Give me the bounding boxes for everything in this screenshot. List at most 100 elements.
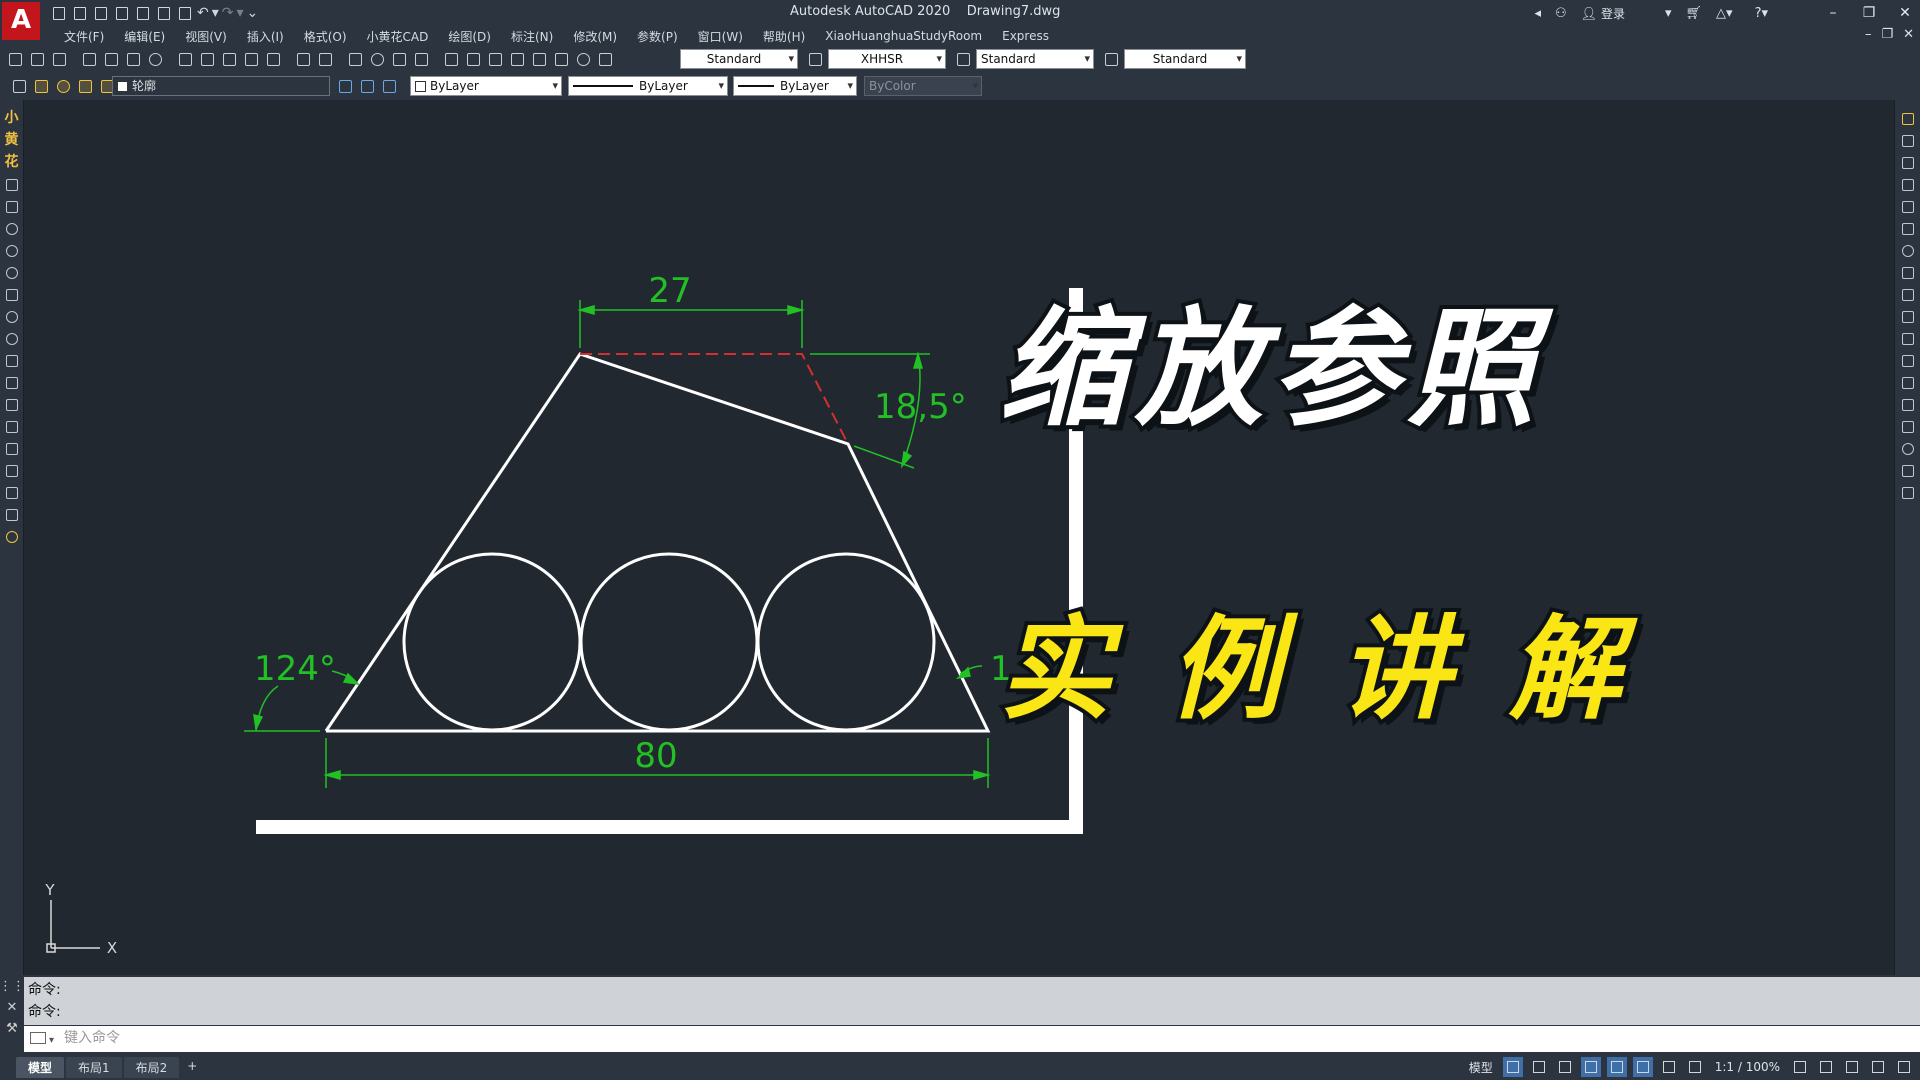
trim-icon[interactable] (1900, 308, 1916, 325)
scale-icon[interactable] (1900, 264, 1916, 281)
open-sheet-icon[interactable] (134, 4, 152, 22)
make-current-layer-icon[interactable] (336, 77, 354, 95)
plot-icon[interactable] (80, 50, 98, 68)
erase-icon[interactable] (1900, 110, 1916, 127)
pan-icon[interactable] (346, 50, 364, 68)
move-icon[interactable] (1900, 220, 1916, 237)
save-as-icon[interactable] (113, 4, 131, 22)
menu-modify[interactable]: 修改(M) (563, 28, 627, 45)
close-button[interactable]: ✕ (1894, 5, 1916, 21)
plot-preview-icon[interactable] (102, 50, 120, 68)
layer-previous-icon[interactable] (358, 77, 376, 95)
back-arrow-icon[interactable]: ◂ (1534, 6, 1541, 21)
save-icon[interactable] (92, 4, 110, 22)
menu-dimension[interactable]: 标注(N) (501, 28, 563, 45)
login-button[interactable]: 👤︎ 登录 (1581, 5, 1625, 22)
annotation-visibility-icon[interactable] (1659, 1057, 1679, 1077)
properties-icon[interactable] (442, 50, 460, 68)
tab-layout1[interactable]: 布局1 (66, 1057, 122, 1078)
tab-model[interactable]: 模型 (16, 1057, 65, 1078)
dynamic-input-icon[interactable] (1529, 1057, 1549, 1077)
color-select[interactable]: ByLayer (410, 76, 562, 96)
text-style-select[interactable]: Standard (680, 49, 798, 69)
sheet-set-icon[interactable] (508, 50, 526, 68)
polar-tracking-icon[interactable] (1580, 1057, 1601, 1077)
triangle-app-icon[interactable]: △▾ (1716, 6, 1733, 21)
cut-icon[interactable] (176, 50, 194, 68)
rotate-icon[interactable] (1900, 242, 1916, 259)
annotation-scale[interactable]: 1:1 / 100% (1711, 1060, 1784, 1074)
mirror-icon[interactable] (1900, 154, 1916, 171)
text-style-icon[interactable] (596, 50, 614, 68)
layer-state-icon[interactable] (380, 77, 398, 95)
break-icon[interactable] (1900, 374, 1916, 391)
menu-file[interactable]: 文件(F) (54, 28, 114, 45)
markup-icon[interactable] (530, 50, 548, 68)
open-icon[interactable] (28, 50, 46, 68)
isolate-objects-icon[interactable] (1842, 1057, 1862, 1077)
customize-qat-icon[interactable]: ⌄ (247, 5, 259, 21)
command-input[interactable]: ▾ 键入命令 (24, 1026, 1920, 1052)
linetype-select[interactable]: ByLayer (568, 76, 728, 96)
spline-icon[interactable] (4, 286, 20, 303)
dim-style-icon[interactable] (806, 50, 824, 68)
users-icon[interactable]: ⚇ (1555, 6, 1567, 21)
redo-dropdown-icon[interactable]: ▾ (237, 5, 244, 21)
undo-icon[interactable]: ↶ (197, 5, 209, 21)
doc-minimize-button[interactable]: – (1865, 27, 1872, 42)
chamfer-icon[interactable] (1900, 418, 1916, 435)
publish-icon[interactable] (155, 4, 173, 22)
help-toolbar-icon[interactable] (574, 50, 592, 68)
menu-window[interactable]: 窗口(W) (688, 28, 753, 45)
design-center-icon[interactable] (464, 50, 482, 68)
menu-help[interactable]: 帮助(H) (753, 28, 815, 45)
ortho-mode-icon[interactable] (1555, 1057, 1575, 1077)
qnew-icon[interactable] (6, 50, 24, 68)
gradient-icon[interactable] (4, 440, 20, 457)
cart-icon[interactable]: 🛒︎ (1686, 6, 1703, 21)
workspace-gear-icon[interactable] (1790, 1057, 1810, 1077)
zoom-window-icon[interactable] (390, 50, 408, 68)
save-toolbar-icon[interactable] (50, 50, 68, 68)
block-editor-icon[interactable] (264, 50, 282, 68)
multileader-style-select[interactable]: Standard (1124, 49, 1246, 69)
open-folder-icon[interactable] (71, 4, 89, 22)
print-icon[interactable] (176, 4, 194, 22)
object-snap-icon[interactable] (1606, 1057, 1627, 1077)
tab-layout2[interactable]: 布局2 (123, 1057, 180, 1078)
layer-manager-icon[interactable] (10, 77, 28, 95)
layer-thaw-sun-icon[interactable] (54, 77, 72, 95)
undo-toolbar-icon[interactable] (294, 50, 312, 68)
fillet-icon[interactable] (1900, 440, 1916, 457)
layer-on-bulb-icon[interactable] (32, 77, 50, 95)
extend-icon[interactable] (1900, 330, 1916, 347)
copy-object-icon[interactable] (1900, 132, 1916, 149)
help-icon[interactable]: ?▾ (1755, 6, 1768, 21)
ellipse-arc-icon[interactable] (4, 330, 20, 347)
region-icon[interactable] (4, 462, 20, 479)
command-recent-dropdown-icon[interactable]: ▾ (49, 1029, 54, 1053)
revision-cloud-icon[interactable] (4, 264, 20, 281)
offset-icon[interactable] (1900, 176, 1916, 193)
point-icon[interactable] (4, 396, 20, 413)
arc-icon[interactable] (4, 220, 20, 237)
undo-dropdown-icon[interactable]: ▾ (212, 5, 219, 21)
menu-view[interactable]: 视图(V) (175, 28, 237, 45)
join-icon[interactable] (1900, 396, 1916, 413)
fullscreen-icon[interactable] (1868, 1057, 1888, 1077)
lineweight-select[interactable]: ByLayer (733, 76, 857, 96)
break-at-point-icon[interactable] (1900, 352, 1916, 369)
menu-study-room[interactable]: XiaoHuanghuaStudyRoom (815, 29, 992, 43)
command-close-icon[interactable]: ✕ (7, 1000, 18, 1015)
command-recent-icon[interactable] (30, 1032, 46, 1044)
menu-edit[interactable]: 编辑(E) (114, 28, 175, 45)
doc-close-button[interactable]: ✕ (1903, 27, 1914, 42)
autocad-logo[interactable]: A (2, 2, 40, 40)
model-space-toggle[interactable]: 模型 (1465, 1059, 1497, 1076)
redo-icon[interactable]: ↷ (222, 5, 234, 21)
menu-draw[interactable]: 绘图(D) (438, 28, 501, 45)
paste-icon[interactable] (220, 50, 238, 68)
layer-select[interactable]: 轮廓 (112, 76, 330, 96)
make-block-icon[interactable] (4, 374, 20, 391)
array-icon[interactable] (1900, 198, 1916, 215)
